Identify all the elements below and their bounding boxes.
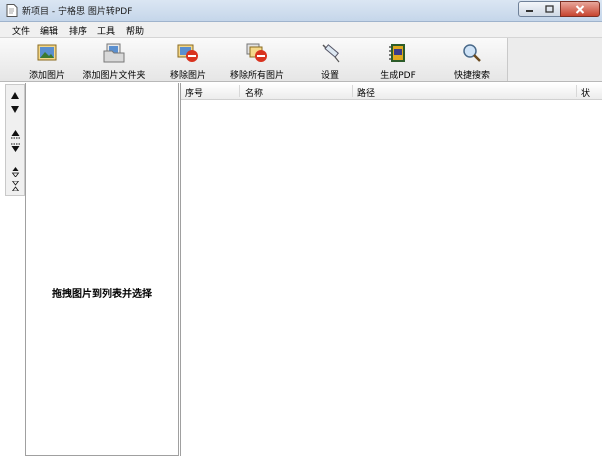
remove-image-button[interactable]: 移除图片 — [163, 38, 213, 81]
toolbar: 添加图片 添加图片文件夹 移除图片 移除所有图片 设置 生成PDF 快捷搜索 — [0, 38, 602, 82]
column-index[interactable]: 序号 — [185, 86, 203, 99]
toolbar-empty-area — [507, 38, 602, 81]
title-bar[interactable]: 新项目 - 宁格思 图片转PDF — [0, 0, 602, 22]
column-divider[interactable] — [576, 85, 577, 97]
pictures-remove-icon — [246, 43, 267, 62]
picture-icon — [37, 44, 57, 61]
close-button[interactable] — [560, 1, 600, 17]
maximize-button[interactable] — [539, 1, 561, 17]
minimize-button[interactable] — [518, 1, 540, 17]
menu-bar: 文件 编辑 排序 工具 帮助 — [0, 22, 602, 38]
minimize-icon — [525, 10, 533, 12]
add-folder-button[interactable]: 添加图片文件夹 — [80, 38, 148, 81]
add-folder-label: 添加图片文件夹 — [82, 71, 146, 81]
menu-file[interactable]: 文件 — [12, 24, 30, 37]
column-divider[interactable] — [352, 85, 353, 97]
remove-all-label: 移除所有图片 — [229, 71, 284, 81]
column-status[interactable]: 状 — [581, 86, 590, 99]
drop-hint-text: 拖拽图片到列表并选择 — [52, 289, 152, 300]
picture-remove-icon — [177, 44, 198, 62]
column-path[interactable]: 路径 — [357, 86, 375, 99]
generate-pdf-button[interactable]: 生成PDF — [376, 38, 420, 81]
column-divider[interactable] — [239, 85, 240, 97]
folder-picture-icon — [103, 43, 125, 63]
list-header: 序号 名称 路径 状 — [181, 83, 602, 100]
settings-button[interactable]: 设置 — [314, 38, 346, 81]
generate-pdf-label: 生成PDF — [380, 71, 416, 81]
quick-search-button[interactable]: 快捷搜索 — [450, 38, 494, 81]
settings-label: 设置 — [320, 71, 339, 81]
close-icon — [575, 4, 585, 14]
expand-icon — [11, 167, 19, 177]
app-document-icon — [6, 4, 18, 17]
menu-tools[interactable]: 工具 — [97, 24, 115, 37]
move-top-button[interactable] — [8, 127, 22, 141]
reorder-sidebar — [5, 84, 25, 196]
column-name[interactable]: 名称 — [245, 86, 263, 99]
magnifier-icon — [463, 44, 481, 62]
remove-all-button[interactable]: 移除所有图片 — [225, 38, 289, 81]
pdf-book-icon — [389, 44, 405, 62]
move-down-button[interactable] — [8, 103, 22, 117]
arrow-up-icon — [11, 92, 19, 99]
menu-sort[interactable]: 排序 — [69, 24, 87, 37]
arrow-down-icon — [11, 106, 19, 113]
drop-target-panel[interactable]: 拖拽图片到列表并选择 — [25, 83, 179, 456]
menu-help[interactable]: 帮助 — [126, 24, 144, 37]
maximize-icon — [545, 5, 554, 13]
image-list[interactable]: 序号 名称 路径 状 — [180, 83, 602, 456]
arrow-top-icon — [10, 130, 20, 139]
window-title: 新项目 - 宁格思 图片转PDF — [22, 7, 133, 17]
collapse-icon — [11, 181, 19, 191]
add-image-button[interactable]: 添加图片 — [22, 38, 72, 81]
remove-image-label: 移除图片 — [169, 71, 206, 81]
move-bottom-button[interactable] — [8, 141, 22, 155]
move-up-button[interactable] — [8, 89, 22, 103]
collapse-button[interactable] — [8, 179, 22, 193]
add-image-label: 添加图片 — [28, 71, 65, 81]
expand-button[interactable] — [8, 165, 22, 179]
arrow-bottom-icon — [10, 143, 20, 152]
menu-edit[interactable]: 编辑 — [40, 24, 58, 37]
syringe-icon — [322, 44, 340, 63]
quick-search-label: 快捷搜索 — [453, 71, 490, 81]
